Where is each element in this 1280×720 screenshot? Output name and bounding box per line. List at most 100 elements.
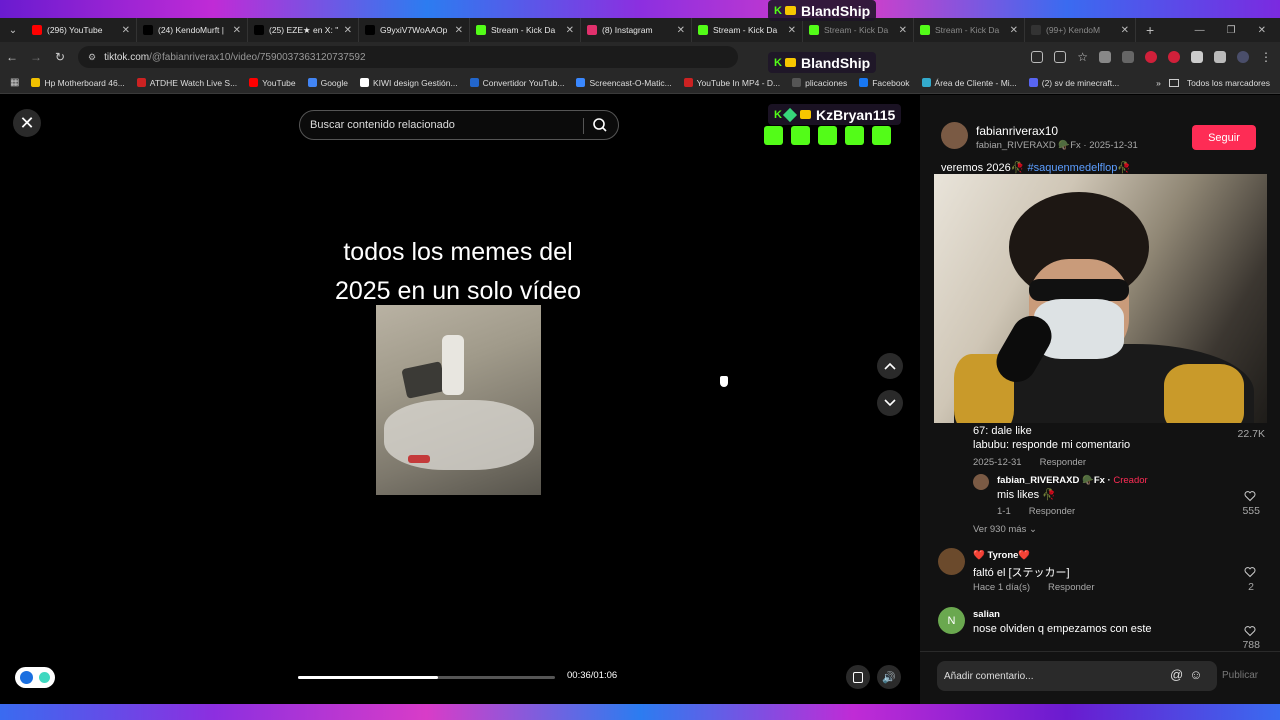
- new-tab-button[interactable]: +: [1136, 22, 1164, 38]
- cast-icon[interactable]: [1031, 51, 1044, 63]
- tab-favicon-icon: [32, 25, 42, 35]
- floating-extension-badge[interactable]: [15, 667, 55, 688]
- comment-2-username[interactable]: ❤️ Tyrone❤️: [973, 550, 1030, 561]
- tab-title: (24) KendoMurft |: [158, 25, 224, 35]
- tab-close-icon[interactable]: ✕: [788, 25, 796, 36]
- browser-tab[interactable]: Stream - Kick Da ✕: [803, 18, 914, 42]
- tab-close-icon[interactable]: ✕: [233, 25, 241, 36]
- tab-close-icon[interactable]: ✕: [1010, 25, 1018, 36]
- related-search-input[interactable]: Buscar contenido relacionado: [299, 110, 619, 140]
- bookmark-item[interactable]: KIWI design Gestión...: [360, 78, 458, 88]
- tab-title: Stream - Kick Da: [713, 25, 778, 35]
- pip-button[interactable]: [846, 665, 870, 689]
- comment-3-username[interactable]: salian: [973, 609, 1000, 620]
- close-window-icon[interactable]: ✕: [1258, 25, 1266, 36]
- extension-icon-2[interactable]: [1122, 51, 1134, 63]
- bookmark-item[interactable]: YouTube: [249, 78, 296, 88]
- bookmark-item[interactable]: plicaciones: [792, 78, 847, 88]
- bookmark-item[interactable]: Screencast-O-Matic...: [576, 78, 672, 88]
- tab-close-icon[interactable]: ✕: [566, 25, 574, 36]
- next-video-button[interactable]: [877, 390, 903, 416]
- browser-tab[interactable]: Stream - Kick Da ✕: [692, 18, 803, 42]
- view-more-replies[interactable]: Ver 930 más ⌄: [973, 524, 1037, 535]
- comment-3-heart-icon[interactable]: [1244, 625, 1256, 637]
- comment-3-avatar[interactable]: N: [938, 607, 965, 634]
- emoji-icon[interactable]: ☺: [1189, 667, 1202, 682]
- chevron-down-icon: ⌄: [1028, 524, 1037, 535]
- bookmarks-overflow-icon[interactable]: »: [1156, 78, 1161, 88]
- folder-icon: [1168, 79, 1179, 87]
- follow-button[interactable]: Seguir: [1192, 125, 1256, 150]
- reply-1-heart-icon[interactable]: [1244, 490, 1256, 502]
- extension-icon-3[interactable]: [1145, 51, 1157, 63]
- tab-close-icon[interactable]: ✕: [899, 25, 907, 36]
- restore-icon[interactable]: ❐: [1227, 25, 1236, 36]
- bookmark-item[interactable]: Área de Cliente - Mi...: [921, 78, 1017, 88]
- bookmark-label: ATDHE Watch Live S...: [149, 77, 238, 88]
- minimize-icon[interactable]: —: [1195, 25, 1205, 36]
- comment-2-avatar[interactable]: [938, 548, 965, 575]
- bookmark-item[interactable]: Convertidor YouTub...: [469, 78, 564, 88]
- site-info-icon[interactable]: ⚙: [88, 52, 96, 63]
- apps-grid-icon[interactable]: ▦: [10, 77, 19, 88]
- comment-1-reply-button[interactable]: Responder: [1040, 457, 1086, 468]
- extensions-puzzle-icon[interactable]: [1191, 51, 1203, 63]
- comment-2-heart-icon[interactable]: [1244, 566, 1256, 578]
- bookmark-item[interactable]: ATDHE Watch Live S...: [136, 77, 238, 88]
- reply-1-avatar[interactable]: [973, 474, 989, 490]
- bookmark-star-icon[interactable]: ☆: [1077, 50, 1088, 64]
- emote-icon: [764, 126, 783, 145]
- author-avatar[interactable]: [941, 122, 968, 149]
- reply-1-name[interactable]: fabian_RIVERAXD 🪖Fx · Creador: [997, 475, 1148, 486]
- all-bookmarks[interactable]: » Todos los marcadores: [1156, 72, 1270, 94]
- description-emoji: 🥀: [1117, 162, 1132, 174]
- tab-close-icon[interactable]: ✕: [1121, 25, 1129, 36]
- search-icon[interactable]: [592, 117, 608, 133]
- browser-tab[interactable]: (8) Instagram ✕: [581, 18, 692, 42]
- author-subtitle: fabian_RIVERAXD 🪖Fx · 2025-12-31: [976, 140, 1138, 151]
- tab-search-chevron-icon[interactable]: ⌄: [0, 25, 26, 36]
- browser-tab[interactable]: Stream - Kick Da ✕: [914, 18, 1025, 42]
- media-control-icon[interactable]: [1214, 51, 1226, 63]
- video-progress-bar[interactable]: [298, 676, 555, 679]
- bookmark-label: Facebook: [872, 77, 910, 88]
- close-video-button[interactable]: ✕: [13, 109, 41, 137]
- volume-button[interactable]: 🔊: [877, 665, 901, 689]
- reload-button[interactable]: ↻: [48, 50, 72, 64]
- tab-close-icon[interactable]: ✕: [122, 25, 130, 36]
- browser-tab[interactable]: Stream - Kick Da ✕: [470, 18, 581, 42]
- address-bar[interactable]: ⚙ tiktok.com/@fabianriverax10/video/7590…: [78, 46, 738, 68]
- bookmark-label: KIWI design Gestión...: [373, 77, 458, 88]
- browser-menu-icon[interactable]: ⋮: [1260, 50, 1272, 64]
- bookmark-item[interactable]: (2) sv de minecraft...: [1028, 78, 1119, 88]
- bookmark-favicon-icon: [576, 78, 586, 87]
- bookmark-item[interactable]: Google: [307, 78, 348, 88]
- bookmark-favicon-icon: [31, 78, 41, 87]
- tab-close-icon[interactable]: ✕: [455, 25, 463, 36]
- profile-avatar[interactable]: [1237, 51, 1249, 63]
- publish-button[interactable]: Publicar: [1222, 670, 1258, 681]
- bookmark-item[interactable]: YouTube In MP4 - D...: [683, 78, 780, 88]
- reply-1-reply-button[interactable]: Responder: [1029, 506, 1075, 517]
- browser-tab[interactable]: (99+) KendoM ✕: [1025, 18, 1136, 42]
- browser-tab[interactable]: G9yxiV7WoAAOp ✕: [359, 18, 470, 42]
- browser-tab[interactable]: (24) KendoMurft | ✕: [137, 18, 248, 42]
- previous-video-button[interactable]: [877, 353, 903, 379]
- extension-icon-1[interactable]: [1099, 51, 1111, 63]
- comment-2-reply-button[interactable]: Responder: [1048, 582, 1094, 593]
- browser-tab[interactable]: (296) YouTube ✕: [26, 18, 137, 42]
- bookmark-item[interactable]: Facebook: [859, 77, 910, 88]
- back-button[interactable]: ←: [0, 50, 24, 64]
- hashtag-link[interactable]: #saquenmedelflop: [1027, 162, 1117, 174]
- extension-icon-4[interactable]: [1168, 51, 1180, 63]
- translate-icon[interactable]: [1054, 51, 1067, 63]
- forward-button[interactable]: →: [24, 50, 48, 64]
- author-name[interactable]: fabianriverax10: [976, 124, 1058, 138]
- tab-title: G9yxiV7WoAAOp: [380, 25, 448, 35]
- tab-favicon-icon: [1031, 25, 1041, 35]
- mention-icon[interactable]: @: [1170, 667, 1183, 682]
- bookmark-item[interactable]: Hp Motherboard 46...: [31, 78, 125, 88]
- tab-close-icon[interactable]: ✕: [344, 25, 352, 36]
- browser-tab[interactable]: (25) EZE★ en X: " ✕: [248, 18, 359, 42]
- tab-close-icon[interactable]: ✕: [677, 25, 685, 36]
